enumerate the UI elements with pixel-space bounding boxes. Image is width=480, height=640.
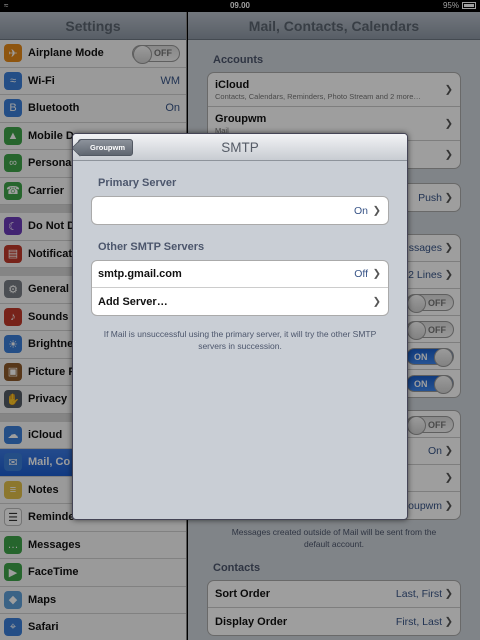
primary-server-value: On bbox=[353, 204, 368, 217]
smtp-server-status: Off bbox=[354, 268, 368, 280]
chevron-right-icon: ❯ bbox=[372, 268, 381, 280]
other-servers-header: Other SMTP Servers bbox=[98, 241, 205, 253]
other-servers-group: smtp.gmail.com Off ❯ Add Server… ❯ bbox=[91, 260, 389, 316]
smtp-modal: Groupwm SMTP Primary Server On ❯ Other S… bbox=[72, 133, 408, 520]
smtp-server-row[interactable]: smtp.gmail.com Off ❯ bbox=[92, 261, 388, 288]
primary-server-row[interactable]: On ❯ bbox=[92, 197, 388, 224]
modal-navbar: Groupwm SMTP bbox=[73, 134, 407, 161]
primary-server-header: Primary Server bbox=[98, 177, 177, 189]
smtp-server-name: smtp.gmail.com bbox=[98, 268, 182, 280]
add-server-row[interactable]: Add Server… ❯ bbox=[92, 288, 388, 315]
modal-title: SMTP bbox=[221, 140, 259, 155]
smtp-footer-note: If Mail is unsuccessful using the primar… bbox=[103, 329, 377, 351]
back-button-label: Groupwm bbox=[90, 143, 125, 152]
back-button[interactable]: Groupwm bbox=[78, 139, 133, 156]
chevron-right-icon: ❯ bbox=[372, 296, 381, 307]
add-server-label: Add Server… bbox=[98, 295, 168, 308]
chevron-right-icon: ❯ bbox=[372, 205, 381, 216]
primary-server-group: On ❯ bbox=[91, 196, 389, 225]
